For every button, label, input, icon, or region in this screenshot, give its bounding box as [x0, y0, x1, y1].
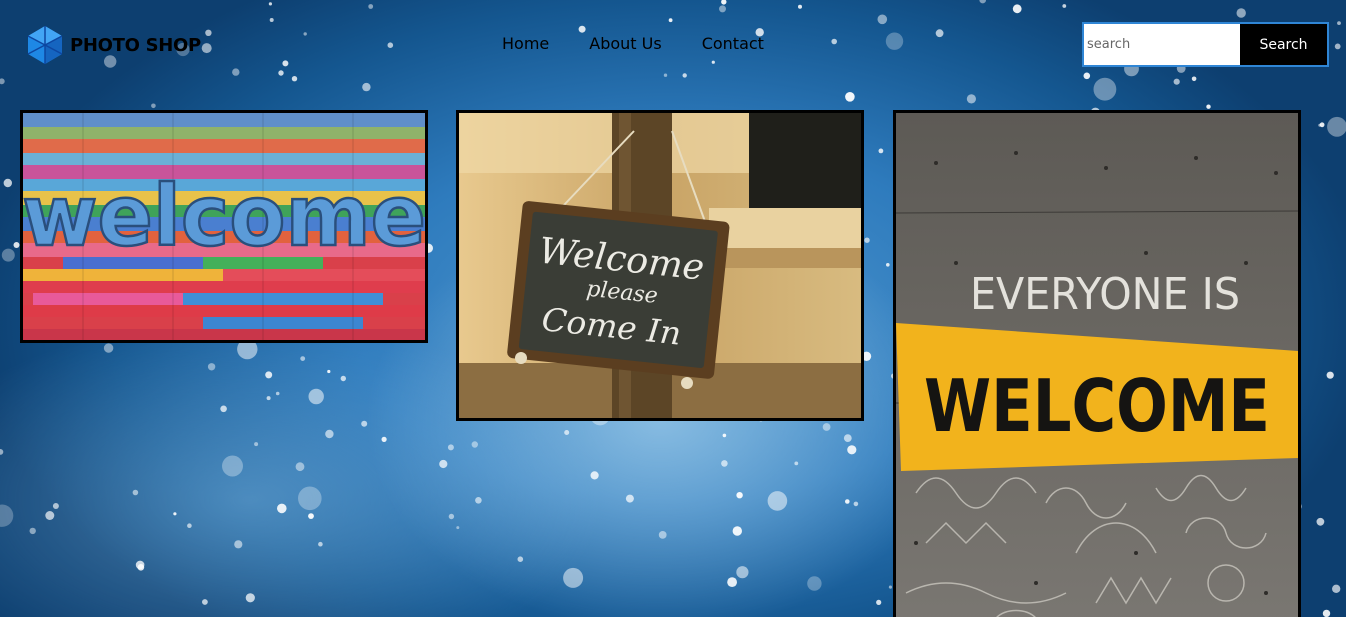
snowflake — [1, 248, 15, 262]
snowflake — [888, 585, 893, 589]
snowflake — [151, 103, 156, 109]
cube-logo-icon — [24, 24, 66, 66]
snowflake — [275, 391, 280, 396]
snowflake — [266, 396, 271, 401]
photo-colorful-welcome-wall[interactable]: welcome — [20, 110, 428, 343]
snowflake — [173, 512, 177, 516]
snowflake — [132, 489, 139, 496]
snowflake — [103, 343, 114, 353]
search-form: Search — [1082, 22, 1329, 67]
main-nav: Home About Us Contact — [502, 34, 764, 53]
photo-everyone-is-welcome[interactable]: EVERYONE IS WELCOME — [893, 110, 1301, 617]
snowflake — [448, 513, 455, 520]
snowflake — [308, 388, 324, 405]
snowflake — [1319, 122, 1325, 128]
search-button[interactable]: Search — [1240, 24, 1327, 65]
snowflake — [245, 593, 255, 603]
snowflake — [340, 375, 346, 382]
nav-contact[interactable]: Contact — [702, 34, 764, 53]
snowflake — [13, 242, 20, 248]
snowflake — [456, 526, 460, 530]
snowflake — [517, 556, 524, 562]
snowflake — [381, 436, 387, 442]
snowflake — [254, 442, 259, 447]
snowflake — [1326, 371, 1334, 379]
snowflake — [325, 429, 334, 439]
snowflake — [45, 511, 55, 520]
snowflake — [736, 492, 743, 499]
snowflake — [1332, 584, 1341, 593]
snowflake — [794, 461, 799, 466]
snowflake — [447, 444, 454, 451]
snowflake — [135, 560, 145, 570]
snowflake — [1206, 104, 1211, 109]
snowflake — [475, 497, 482, 504]
snowflake — [1322, 609, 1331, 617]
snowflake — [207, 363, 216, 371]
brand-logo[interactable]: PHOTO SHOP — [24, 24, 201, 66]
snowflake — [767, 491, 788, 511]
snowflake — [308, 513, 314, 519]
snowflake — [722, 433, 727, 438]
snowflake — [361, 420, 368, 427]
snowflake — [187, 523, 192, 528]
snowflake — [886, 263, 890, 267]
snowflake — [52, 503, 59, 509]
site-header: PHOTO SHOP Home About Us Contact Search — [0, 0, 1346, 90]
snowflake — [845, 92, 855, 102]
snowflake — [471, 441, 478, 448]
snowflake — [727, 577, 737, 587]
snowflake — [590, 471, 599, 480]
snowflake — [220, 405, 227, 413]
snowflake — [843, 434, 852, 442]
nav-about-us[interactable]: About Us — [589, 34, 661, 53]
snowflake — [318, 541, 323, 547]
snowflake — [3, 178, 12, 188]
nav-home[interactable]: Home — [502, 34, 549, 53]
snowflake — [1318, 123, 1322, 127]
snowflake — [234, 540, 243, 549]
snowflake — [0, 504, 14, 527]
snowflake — [29, 527, 36, 535]
welcome-wall-text: welcome — [23, 167, 425, 265]
snowflake — [277, 503, 287, 514]
snowflake — [966, 94, 977, 104]
snowflake — [625, 494, 634, 503]
snowflake — [732, 526, 742, 536]
snowflake — [721, 460, 728, 467]
snowflake — [853, 501, 859, 507]
snowflake — [0, 449, 4, 455]
snowflake — [807, 576, 822, 591]
snowflake — [1316, 517, 1325, 526]
snowflake — [878, 148, 884, 154]
snowflake — [658, 531, 667, 539]
wall-line-2: WELCOME — [924, 364, 1270, 448]
snowflake — [137, 564, 145, 571]
snowflake — [864, 237, 870, 243]
snowflake — [822, 423, 831, 431]
photo-colorful-welcome-image: welcome — [23, 113, 425, 340]
wall-line-1: EVERYONE IS — [970, 269, 1240, 320]
snowflake — [439, 459, 448, 469]
snowflake — [202, 599, 208, 605]
snowflake — [563, 567, 584, 588]
snowflake — [845, 499, 850, 504]
snowflake — [876, 599, 882, 606]
snowflake — [300, 356, 306, 361]
snowflake — [265, 371, 273, 379]
snowflake — [295, 462, 305, 472]
snowflake — [327, 369, 331, 374]
photo-everyone-welcome-image: EVERYONE IS WELCOME — [896, 113, 1298, 617]
photo-welcome-chalkboard[interactable]: Welcome please Come In — [456, 110, 864, 421]
brand-name: PHOTO SHOP — [70, 34, 201, 56]
snowflake — [222, 455, 243, 477]
snowflake — [847, 445, 857, 455]
snowflake — [736, 566, 749, 579]
photo-chalkboard-image: Welcome please Come In — [459, 113, 861, 418]
search-input[interactable] — [1084, 24, 1240, 65]
snowflake — [298, 486, 322, 511]
snowflake — [564, 430, 570, 435]
snowflake — [1327, 116, 1346, 137]
